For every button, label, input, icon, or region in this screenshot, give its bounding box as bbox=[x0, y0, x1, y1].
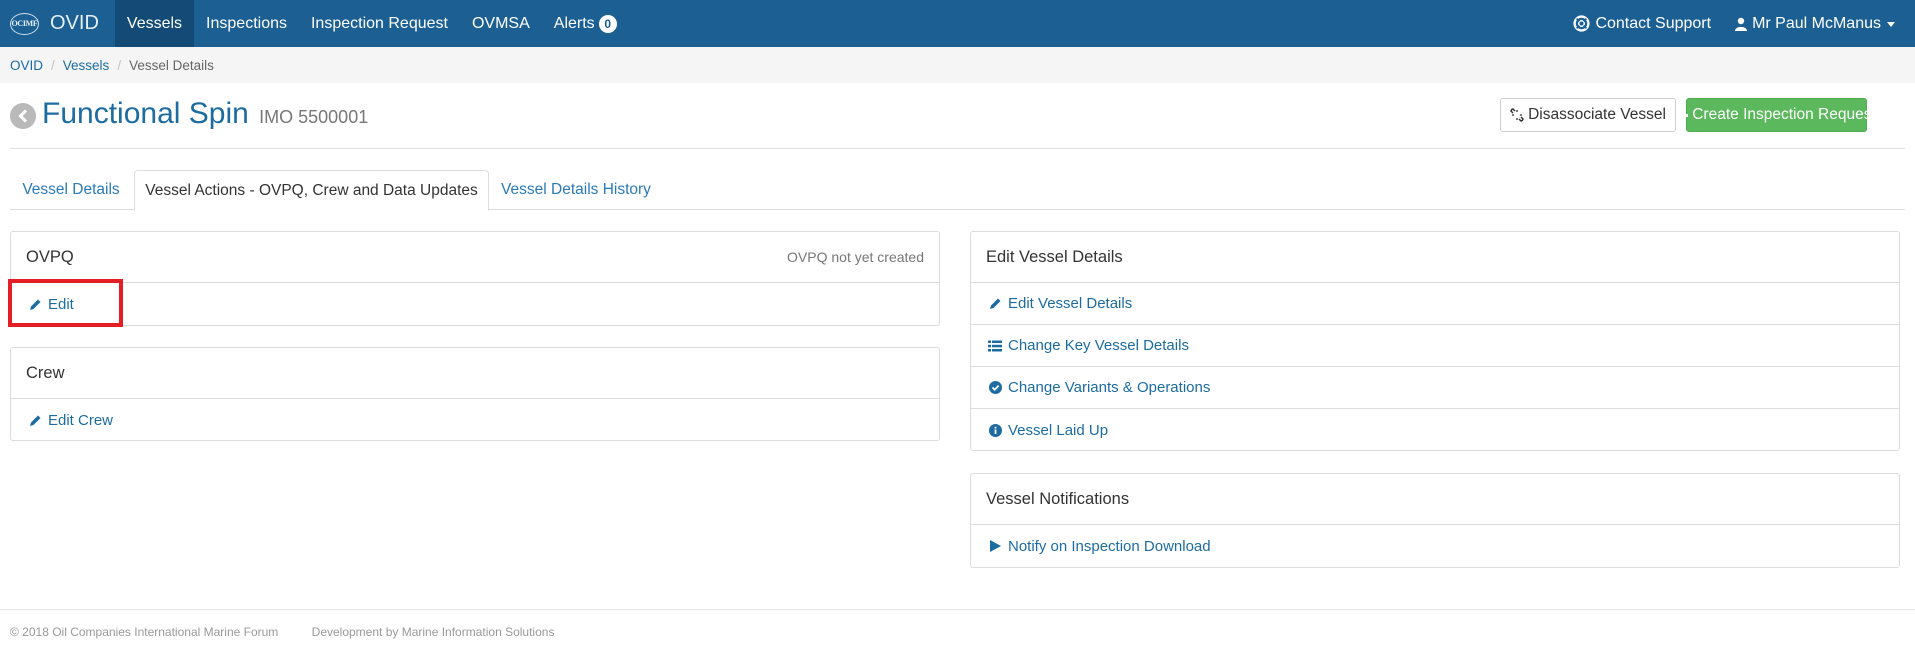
breadcrumb-ovid[interactable]: OVID bbox=[10, 58, 43, 73]
nav-alerts[interactable]: Alerts 0 bbox=[542, 0, 629, 47]
change-variants-operations-link[interactable]: Change Variants & Operations bbox=[971, 367, 1899, 409]
disassociate-vessel-button[interactable]: Disassociate Vessel bbox=[1500, 98, 1676, 132]
footer-developer: Development by Marine Information Soluti… bbox=[311, 625, 555, 639]
lifebuoy-icon bbox=[1573, 15, 1591, 32]
footer-divider bbox=[0, 609, 1915, 610]
nav-vessels[interactable]: Vessels bbox=[114, 0, 195, 47]
nav-alerts-label: Alerts bbox=[553, 14, 595, 32]
ovpq-edit-link[interactable]: Edit bbox=[11, 283, 939, 325]
page-header: Functional Spin IMO 5500001 Disassociate… bbox=[10, 95, 1905, 149]
edit-crew-link[interactable]: Edit Crew bbox=[11, 399, 939, 441]
alerts-count-badge: 0 bbox=[598, 14, 617, 33]
crew-panel: Crew Edit Crew bbox=[10, 347, 940, 441]
vessel-tabs: Vessel Details Vessel Actions - OVPQ, Cr… bbox=[10, 170, 1905, 211]
notifications-panel-title: Vessel Notifications bbox=[986, 489, 1130, 508]
edit-vessel-details-label: Edit Vessel Details bbox=[1008, 295, 1133, 312]
notify-on-inspection-download-link[interactable]: Notify on Inspection Download bbox=[971, 525, 1899, 567]
info-circle-icon bbox=[988, 423, 1002, 437]
crew-panel-title: Crew bbox=[26, 363, 65, 382]
edit-crew-label: Edit Crew bbox=[48, 411, 114, 429]
contact-support-label: Contact Support bbox=[1595, 14, 1712, 32]
page-title: Functional Spin IMO 5500001 bbox=[42, 97, 368, 131]
contact-support-link[interactable]: Contact Support bbox=[1561, 0, 1723, 47]
breadcrumb: OVID / Vessels / Vessel Details bbox=[0, 47, 1915, 83]
ovpq-status: OVPQ not yet created bbox=[787, 249, 924, 265]
vessel-imo: IMO 5500001 bbox=[259, 107, 369, 127]
top-navbar: OCIMF OVID Vessels Inspections Inspectio… bbox=[0, 0, 1915, 47]
breadcrumb-separator: / bbox=[117, 57, 122, 73]
edit-vessel-details-link[interactable]: Edit Vessel Details bbox=[971, 283, 1899, 325]
create-inspection-request-label: Create Inspection Request bbox=[1692, 106, 1876, 123]
ovpq-panel-title: OVPQ bbox=[26, 247, 74, 266]
tab-vessel-details[interactable]: Vessel Details bbox=[10, 170, 132, 210]
vessel-laid-up-label: Vessel Laid Up bbox=[1008, 421, 1109, 439]
create-inspection-request-button[interactable]: Create Inspection Request bbox=[1677, 98, 1876, 132]
plus-icon bbox=[1677, 109, 1689, 121]
edit-vessel-panel-header: Edit Vessel Details bbox=[971, 232, 1899, 283]
nav-ovmsa[interactable]: OVMSA bbox=[460, 0, 542, 47]
footer: © 2018 Oil Companies International Marin… bbox=[10, 625, 584, 639]
vessel-notifications-panel: Vessel Notifications Notify on Inspectio… bbox=[970, 473, 1900, 568]
pencil-icon bbox=[28, 414, 42, 427]
brand[interactable]: OCIMF OVID bbox=[0, 0, 115, 47]
check-circle-icon bbox=[988, 381, 1002, 394]
ocimf-logo: OCIMF bbox=[10, 12, 39, 35]
nav-inspections[interactable]: Inspections bbox=[194, 0, 299, 47]
tab-vessel-details-history[interactable]: Vessel Details History bbox=[491, 170, 661, 210]
highlight-box bbox=[8, 279, 123, 327]
user-menu[interactable]: Mr Paul McManus bbox=[1723, 0, 1907, 47]
nav-inspection-request[interactable]: Inspection Request bbox=[299, 0, 460, 47]
footer-copyright: © 2018 Oil Companies International Marin… bbox=[10, 625, 279, 639]
brand-name: OVID bbox=[50, 12, 99, 34]
change-key-vessel-details-link[interactable]: Change Key Vessel Details bbox=[971, 325, 1899, 367]
back-arrow-icon[interactable] bbox=[10, 103, 36, 129]
edit-vessel-panel-title: Edit Vessel Details bbox=[986, 247, 1123, 266]
breadcrumb-separator: / bbox=[51, 57, 55, 73]
user-icon bbox=[1735, 17, 1748, 31]
disassociate-vessel-label: Disassociate Vessel bbox=[1528, 106, 1666, 123]
ovpq-panel-header: OVPQ OVPQ not yet created bbox=[11, 232, 939, 283]
play-icon bbox=[988, 540, 1002, 552]
list-icon bbox=[988, 340, 1002, 352]
breadcrumb-current: Vessel Details bbox=[129, 57, 214, 73]
breadcrumb-vessels[interactable]: Vessels bbox=[63, 58, 110, 73]
unlink-icon bbox=[1510, 108, 1524, 122]
chevron-down-icon bbox=[1887, 22, 1895, 27]
pencil-icon bbox=[988, 297, 1002, 310]
vessel-name: Functional Spin bbox=[42, 97, 249, 130]
change-key-vessel-details-label: Change Key Vessel Details bbox=[1008, 337, 1189, 354]
crew-panel-header: Crew bbox=[11, 348, 939, 399]
tab-vessel-actions[interactable]: Vessel Actions - OVPQ, Crew and Data Upd… bbox=[134, 170, 489, 211]
navbar-right: Contact Support Mr Paul McManus bbox=[1561, 0, 1915, 47]
change-variants-operations-label: Change Variants & Operations bbox=[1008, 379, 1211, 396]
notify-on-inspection-download-label: Notify on Inspection Download bbox=[1008, 537, 1211, 555]
user-name: Mr Paul McManus bbox=[1752, 14, 1881, 32]
vessel-laid-up-link[interactable]: Vessel Laid Up bbox=[971, 409, 1899, 451]
edit-vessel-details-panel: Edit Vessel Details Edit Vessel Details … bbox=[970, 231, 1900, 451]
ovpq-panel: OVPQ OVPQ not yet created Edit bbox=[10, 231, 940, 326]
notifications-panel-header: Vessel Notifications bbox=[971, 474, 1899, 525]
